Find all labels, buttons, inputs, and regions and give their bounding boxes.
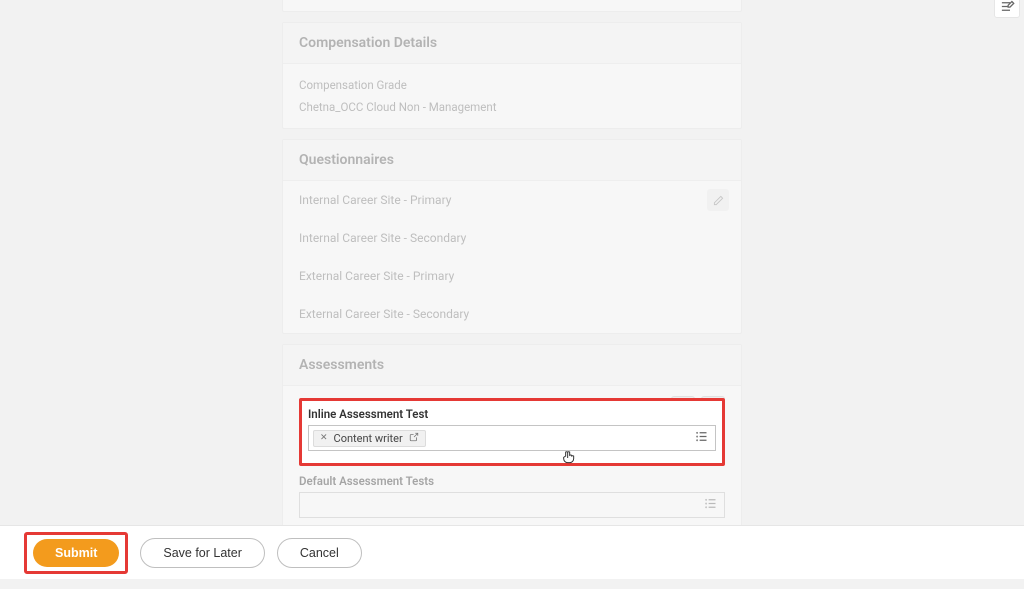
submit-highlight: Submit xyxy=(24,532,128,574)
compensation-grade-value: Chetna_OCC Cloud Non - Management xyxy=(299,100,725,114)
q-item-external-secondary: External Career Site - Secondary xyxy=(283,295,741,333)
pointer-cursor-icon xyxy=(561,449,577,471)
assessments-card: Assessments Inline Assessment Test ✕ Con… xyxy=(282,344,742,539)
inline-assessment-input[interactable]: ✕ Content writer xyxy=(308,425,716,451)
card-top-partial xyxy=(282,0,742,12)
questionnaires-card: Questionnaires Internal Career Site - Pr… xyxy=(282,139,742,334)
submit-button[interactable]: Submit xyxy=(33,539,119,567)
footer-bar: Submit Save for Later Cancel xyxy=(0,525,1024,579)
q-item-internal-primary: Internal Career Site - Primary xyxy=(283,181,741,219)
save-for-later-button[interactable]: Save for Later xyxy=(140,538,265,568)
compensation-header: Compensation Details xyxy=(283,23,741,64)
tag-content-writer[interactable]: ✕ Content writer xyxy=(313,430,426,447)
list-picker-icon[interactable] xyxy=(703,496,718,515)
q-item-internal-secondary: Internal Career Site - Secondary xyxy=(283,219,741,257)
list-picker-icon[interactable] xyxy=(694,429,709,448)
q-item-external-primary: External Career Site - Primary xyxy=(283,257,741,295)
external-link-icon[interactable] xyxy=(409,432,419,445)
default-assessment-label: Default Assessment Tests xyxy=(299,474,725,488)
main-column: Compensation Details Compensation Grade … xyxy=(282,0,742,539)
edit-icon[interactable] xyxy=(707,189,729,211)
questionnaires-header: Questionnaires xyxy=(283,140,741,181)
assessments-header: Assessments xyxy=(283,345,741,386)
remove-tag-icon[interactable]: ✕ xyxy=(320,433,328,443)
inline-assessment-label: Inline Assessment Test xyxy=(308,407,716,421)
inline-assessment-highlight: Inline Assessment Test ✕ Content writer xyxy=(299,398,725,466)
default-assessment-input[interactable] xyxy=(299,492,725,518)
compensation-grade-label: Compensation Grade xyxy=(299,78,725,92)
compensation-card: Compensation Details Compensation Grade … xyxy=(282,22,742,129)
tag-label: Content writer xyxy=(334,432,403,445)
cancel-button[interactable]: Cancel xyxy=(277,538,362,568)
toolbar-settings-icon[interactable] xyxy=(994,0,1020,18)
